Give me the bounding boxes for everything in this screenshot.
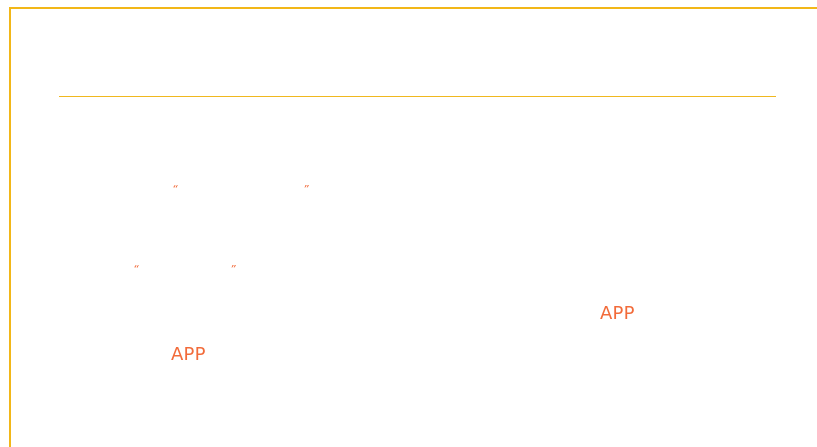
app-label-2: APP: [171, 344, 206, 365]
header-divider: [59, 96, 776, 97]
quote-open-1: “: [172, 183, 178, 196]
quote-close-2: ”: [230, 263, 236, 276]
app-label-1: APP: [600, 303, 635, 324]
content-frame: [9, 7, 817, 447]
quote-close-1: ”: [303, 183, 309, 196]
quote-open-2: “: [133, 263, 139, 276]
